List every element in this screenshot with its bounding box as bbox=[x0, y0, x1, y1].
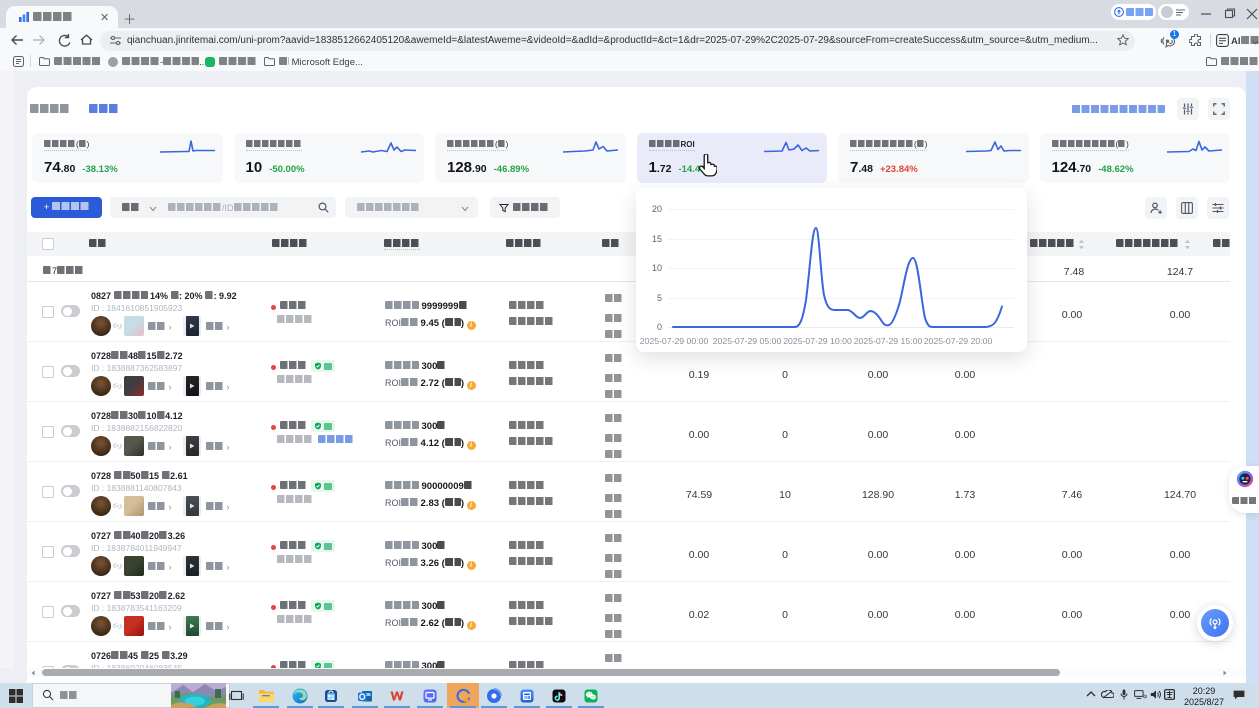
svg-text:4G: 4G bbox=[1143, 695, 1147, 699]
